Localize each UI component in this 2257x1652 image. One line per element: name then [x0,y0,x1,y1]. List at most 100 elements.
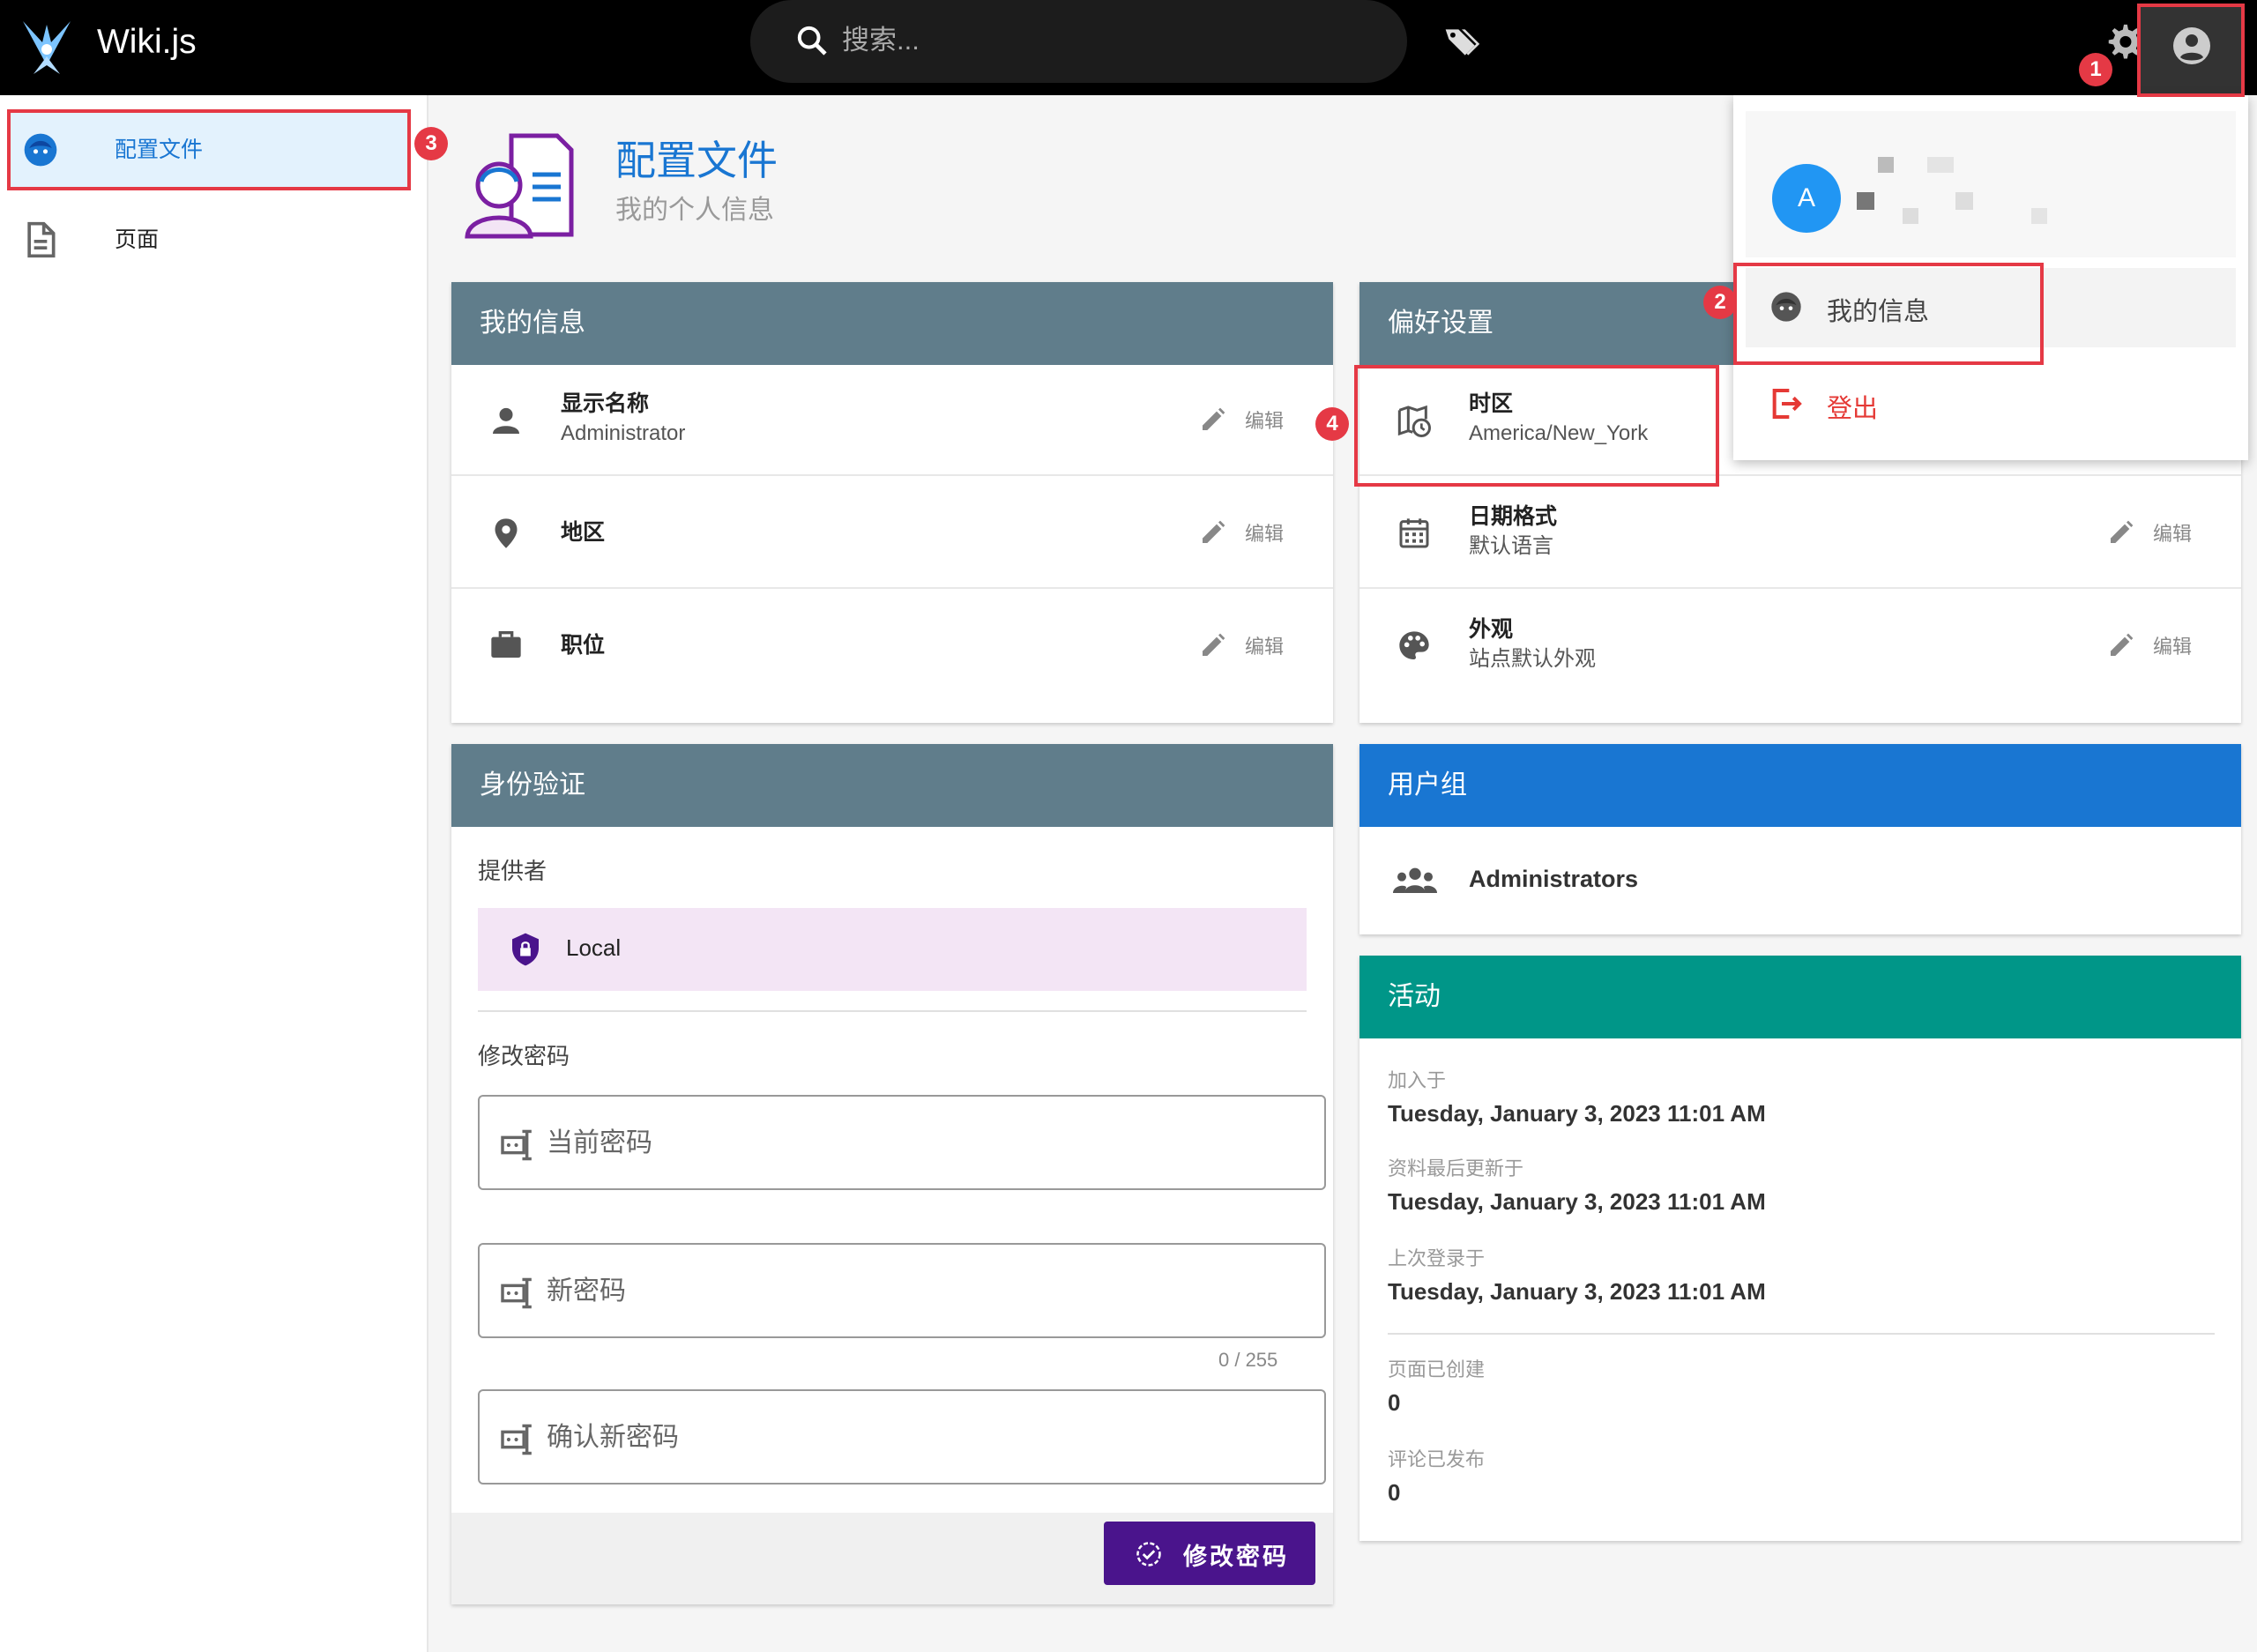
palette-icon [1399,631,1429,659]
field-placeholder: 确认新密码 [547,1423,679,1452]
date-format-row[interactable]: 日期格式 默认语言 编辑 [1359,478,2241,589]
group-name: Administrators [1469,866,1639,892]
edit-button[interactable]: 编辑 [2107,631,2192,659]
annotation-badge-4: 4 [1315,407,1349,441]
edit-pencil-icon [1202,520,1225,543]
edit-pencil-icon [1202,633,1225,656]
row-title: 显示名称 [561,391,650,416]
edit-pencil-icon [2110,520,2134,543]
job-title-row[interactable]: 职位 编辑 [451,591,1333,702]
edit-label: 编辑 [1244,636,1284,658]
last-login-value: Tuesday, January 3, 2023 11:01 AM [1388,1278,1766,1305]
page-icon [27,221,56,258]
button-label: 修改密码 [1183,1544,1289,1570]
annotation-box-2 [1733,263,2044,365]
field-placeholder: 新密码 [547,1276,626,1306]
sidebar-item-label: 页面 [115,227,160,252]
sidebar: 配置文件 页面 [0,95,428,1652]
field-placeholder: 当前密码 [547,1128,652,1157]
profile-header-icon [465,133,574,239]
edit-pencil-icon [2110,633,2134,656]
account-header: A [1746,111,2236,257]
activity-card: 活动 加入于 Tuesday, January 3, 2023 11:01 AM… [1359,956,2241,1541]
confirm-password-field[interactable]: 确认新密码 [478,1389,1326,1485]
pages-created-value: 0 [1388,1389,1401,1416]
search-icon [797,26,827,56]
briefcase-icon [491,631,521,658]
auth-header: 身份验证 [451,744,1333,827]
new-password-field[interactable]: 新密码 [478,1243,1326,1338]
row-title: 外观 [1469,617,1514,642]
edit-button[interactable]: 编辑 [1199,518,1284,547]
auth-actions: 修改密码 [451,1513,1333,1604]
search-input[interactable]: 搜索... [750,0,1407,83]
people-group-icon [1393,867,1437,893]
edit-button[interactable]: 编辑 [2107,518,2192,547]
logout-icon [1772,389,1802,419]
annotation-box-1 [2137,4,2245,97]
display-name-row[interactable]: 显示名称 Administrator 编辑 [451,365,1333,476]
current-password-field[interactable]: 当前密码 [478,1095,1326,1190]
annotation-badge-3: 3 [414,127,448,160]
groups-header: 用户组 [1359,744,2241,827]
change-password-button[interactable]: 修改密码 [1104,1522,1315,1585]
activity-header: 活动 [1359,956,2241,1038]
annotation-box-3 [7,109,411,190]
edit-button[interactable]: 编辑 [1199,406,1284,434]
my-info-card: 我的信息 显示名称 Administrator 编辑 地区 编辑 职位 编辑 [451,282,1333,723]
row-title: 日期格式 [1469,504,1558,529]
row-value: 站点默认外观 [1469,647,1596,671]
menu-item-logout[interactable]: 登出 [1746,365,2236,444]
divider [1388,1333,2215,1335]
annotation-badge-2: 2 [1703,286,1737,319]
pages-created-label: 页面已创建 [1388,1358,1486,1380]
row-value: Administrator [561,421,686,445]
comments-label: 评论已发布 [1388,1448,1486,1470]
annotation-badge-1: 1 [2079,53,2112,86]
char-counter: 0 / 255 [1218,1349,1278,1371]
location-row[interactable]: 地区 编辑 [451,478,1333,589]
joined-label: 加入于 [1388,1069,1447,1091]
wiki-logo-icon[interactable] [16,12,78,81]
group-item[interactable]: Administrators [1359,827,2241,934]
row-title: 职位 [561,633,606,658]
check-circle-icon [1136,1542,1161,1566]
provider-label: 提供者 [478,858,547,884]
updated-label: 资料最后更新于 [1388,1157,1524,1179]
password-icon [501,1129,532,1161]
annotation-box-4 [1354,365,1719,487]
search-placeholder: 搜索... [842,25,920,56]
tags-icon[interactable] [1442,23,1481,62]
app-title[interactable]: Wiki.js [97,21,197,63]
person-icon [493,407,519,434]
avatar: A [1772,164,1841,233]
edit-label: 编辑 [2152,636,2192,658]
provider-name: Local [566,934,622,961]
edit-pencil-icon [1202,407,1225,430]
page-title: 配置文件 [615,138,778,183]
appearance-row[interactable]: 外观 站点默认外观 编辑 [1359,591,2241,702]
my-info-header: 我的信息 [451,282,1333,365]
divider [478,1010,1307,1012]
row-value: 默认语言 [1469,534,1553,558]
password-icon [501,1277,532,1309]
row-title: 地区 [561,520,606,545]
user-groups-card: 用户组 Administrators [1359,744,2241,934]
change-password-label: 修改密码 [478,1043,570,1069]
password-icon [501,1424,532,1455]
calendar-icon [1399,518,1429,548]
joined-value: Tuesday, January 3, 2023 11:01 AM [1388,1100,1766,1127]
shield-lock-icon [512,933,539,966]
page-subtitle: 我的个人信息 [615,196,774,225]
edit-button[interactable]: 编辑 [1199,631,1284,659]
location-pin-icon [495,518,518,548]
sidebar-item-pages[interactable]: 页面 [9,201,407,279]
authentication-card: 身份验证 提供者 Local 修改密码 当前密码 新密码 0 / 255 确认新… [451,744,1333,1604]
comments-value: 0 [1388,1479,1401,1506]
top-bar: Wiki.js 搜索... [0,0,2257,95]
menu-item-label: 登出 [1827,395,1879,423]
last-login-label: 上次登录于 [1388,1247,1486,1269]
edit-label: 编辑 [2152,523,2192,545]
edit-label: 编辑 [1244,410,1284,432]
edit-label: 编辑 [1244,523,1284,545]
